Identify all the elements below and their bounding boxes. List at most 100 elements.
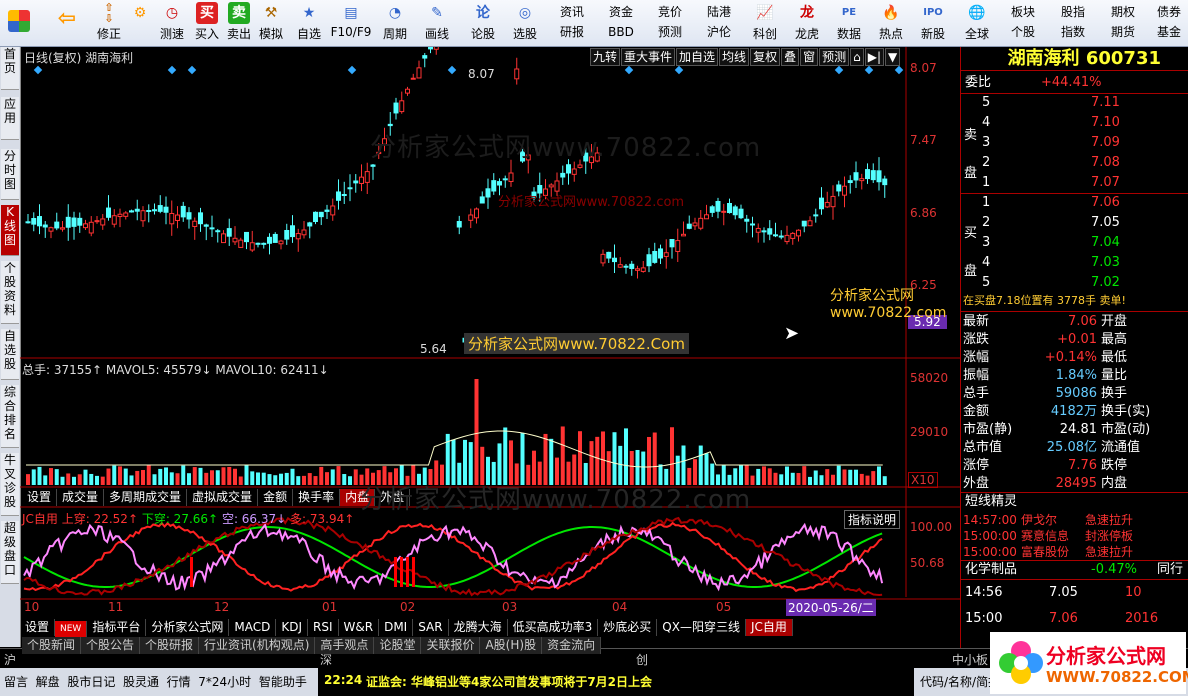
hk-connect-button[interactable]: 陆港: [700, 3, 738, 22]
tab-indicator-platform[interactable]: 指标平台: [87, 619, 147, 636]
search-hint[interactable]: 代码/名称/简拼: [920, 673, 1000, 690]
futures-button[interactable]: 期货: [1104, 23, 1142, 42]
ipo-button[interactable]: IPO 新股: [916, 2, 950, 44]
tab-virtual-volume[interactable]: 虚拟成交量: [187, 489, 259, 506]
tab-stock-research[interactable]: 个股研报: [140, 637, 200, 654]
stock-button[interactable]: 个股: [1004, 23, 1042, 42]
discuss-button[interactable]: 论论股: [466, 2, 500, 44]
tab-dmi[interactable]: DMI: [379, 619, 414, 636]
tab-settings[interactable]: 设置: [22, 489, 58, 506]
global-button[interactable]: 🌐 全球: [960, 2, 994, 44]
tab-ind-settings[interactable]: 设置: [20, 619, 56, 636]
tab-related-quotes[interactable]: 关联报价: [421, 637, 481, 654]
overlay-button[interactable]: 叠: [781, 48, 800, 66]
short-elf-item[interactable]: 急速拉升: [1085, 543, 1133, 561]
shanghai-london-button[interactable]: 沪伦: [700, 23, 738, 42]
menu-down-icon[interactable]: ▼: [885, 48, 901, 66]
status-stock-link[interactable]: 股灵通: [123, 675, 159, 689]
index-sh[interactable]: 沪: [4, 651, 16, 668]
add-watchlist-button[interactable]: 加自选: [676, 48, 719, 66]
research-button[interactable]: 研报: [553, 23, 591, 42]
fix-icon[interactable]: ⚙: [123, 2, 157, 44]
status-market[interactable]: 行情: [167, 675, 191, 689]
short-elf-item[interactable]: 15:00:00: [963, 543, 1017, 561]
news-ticker[interactable]: 22:24 证监会: 华峰铝业等4家公司首发事项将于7月2日上会: [318, 668, 914, 696]
tab-multi-period-volume[interactable]: 多周期成交量: [104, 489, 188, 506]
sidebar-item-intraday[interactable]: 分时图: [1, 149, 19, 200]
index-sz[interactable]: 深: [320, 651, 332, 668]
sidebar-item-watchlist[interactable]: 自选股: [1, 329, 19, 380]
news-button[interactable]: 资讯: [553, 3, 591, 22]
sell-button[interactable]: 卖卖出: [222, 2, 256, 44]
kline-chart-area[interactable]: 日线(复权) 湖南海利 九转 重大事件 加自选 均线 复权叠窗预测 ⌂ ▶| ▼ 8.07 7…: [20, 47, 960, 638]
sidebar-item-kline[interactable]: K线图: [1, 205, 19, 256]
tab-kdj[interactable]: KDJ: [276, 619, 309, 636]
speed-test-button[interactable]: ◷ 测速: [155, 2, 189, 44]
sci-tech-button[interactable]: 📈 科创: [748, 2, 782, 44]
tab-jc[interactable]: JC自用: [745, 619, 793, 636]
tab-rsi[interactable]: RSI: [308, 619, 339, 636]
tab-fund-flow[interactable]: 资金流向: [542, 637, 602, 654]
ma-button[interactable]: 均线: [719, 48, 750, 66]
tab-industry-news[interactable]: 行业资讯(机构观点): [199, 637, 316, 654]
app-logo-icon[interactable]: [2, 2, 36, 44]
f10-button[interactable]: ▤ F10/F9: [330, 2, 372, 44]
predict-button[interactable]: 预测: [819, 48, 850, 66]
tab-volume[interactable]: 成交量: [57, 489, 105, 506]
major-events-button[interactable]: 重大事件: [621, 48, 676, 66]
index-cyb[interactable]: 创: [636, 651, 648, 668]
funds-fund-button[interactable]: 基金: [1150, 23, 1188, 42]
funds-button[interactable]: 资金: [602, 3, 640, 22]
stock-select-button[interactable]: ◎ 选股: [508, 2, 542, 44]
tab-turnover[interactable]: 换手率: [293, 489, 341, 506]
bbd-button[interactable]: BBD: [602, 23, 640, 42]
tab-wr[interactable]: W&R: [339, 619, 380, 636]
nine-turn-button[interactable]: 九转: [590, 48, 621, 66]
window-button[interactable]: 窗: [800, 48, 819, 66]
tab-formula-site[interactable]: 分析家公式网: [146, 619, 230, 636]
hotspot-button[interactable]: 🔥 热点: [874, 2, 908, 44]
tab-qx[interactable]: QX—阳穿三线: [657, 619, 746, 636]
forecast-button[interactable]: 预测: [651, 23, 689, 42]
tab-amount[interactable]: 金额: [258, 489, 294, 506]
adjust-button[interactable]: 复权: [750, 48, 781, 66]
sidebar-item-apps[interactable]: 应用: [1, 97, 19, 140]
peer-button[interactable]: 同行: [1157, 561, 1183, 579]
dragon-tiger-button[interactable]: 龙龙虎: [790, 2, 824, 44]
tab-stock-announcement[interactable]: 个股公告: [81, 637, 141, 654]
sidebar-item-super-panel[interactable]: 超级盘口: [1, 521, 19, 584]
tab-bottom-buy[interactable]: 炒底必买: [598, 619, 658, 636]
watchlist-button[interactable]: ★ 自选: [292, 2, 326, 44]
back-arrow-icon[interactable]: ⇦: [50, 2, 84, 44]
tab-longteng[interactable]: 龙腾大海: [449, 619, 508, 636]
tab-stock-news[interactable]: 个股新闻: [22, 637, 82, 654]
sidebar-item-profile[interactable]: 个股资料: [1, 261, 19, 324]
stock-index-futures-button[interactable]: 股指: [1054, 3, 1092, 22]
index-button[interactable]: 指数: [1054, 23, 1092, 42]
period-button[interactable]: ◔ 周期: [378, 2, 412, 44]
status-assistant[interactable]: 智能助手: [259, 675, 307, 689]
status-analysis[interactable]: 解盘: [36, 675, 60, 689]
sidebar-item-home[interactable]: 首页: [1, 47, 19, 90]
status-message[interactable]: 留言: [4, 675, 28, 689]
lock-icon[interactable]: ⌂: [850, 48, 864, 66]
status-diary[interactable]: 股市日记: [67, 675, 115, 689]
status-24h[interactable]: 7*24小时: [198, 675, 251, 689]
sector-button[interactable]: 板块: [1004, 3, 1042, 22]
tab-ah-shares[interactable]: A股(H)股: [480, 637, 543, 654]
buy-button[interactable]: 买买入: [190, 2, 224, 44]
sidebar-item-ranking[interactable]: 综合排名: [1, 385, 19, 448]
draw-line-button[interactable]: ✎ 画线: [420, 2, 454, 44]
tab-forum[interactable]: 论股堂: [374, 637, 422, 654]
short-elf-item[interactable]: 富春股份: [1021, 543, 1069, 561]
simulate-button[interactable]: ⚒ 模拟: [254, 2, 288, 44]
indicator-help-button[interactable]: 指标说明: [844, 510, 901, 529]
tab-macd[interactable]: MACD: [229, 619, 277, 636]
index-zxb[interactable]: 中小板: [952, 651, 988, 668]
auction-button[interactable]: 竞价: [651, 3, 689, 22]
tab-low-buy[interactable]: 低买高成功率3: [508, 619, 599, 636]
up-down-arrows-icon[interactable]: ⇧ ⇩ 修正: [92, 2, 126, 44]
bonds-button[interactable]: 债券: [1150, 3, 1188, 22]
options-button[interactable]: 期权: [1104, 3, 1142, 22]
data-button[interactable]: PE 数据: [832, 2, 866, 44]
